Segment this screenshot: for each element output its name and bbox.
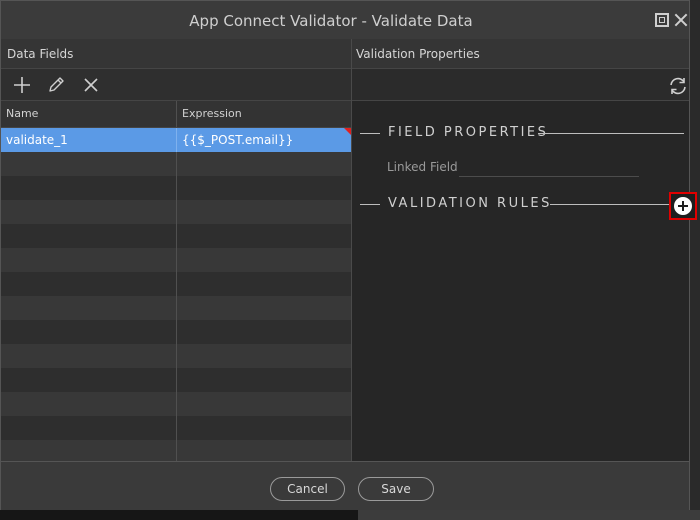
table-row[interactable]: validate_1 {{$_POST.email}} bbox=[1, 128, 351, 152]
properties-toolbar bbox=[352, 69, 689, 101]
table-row-empty bbox=[1, 152, 351, 176]
table-row-empty bbox=[1, 416, 351, 440]
dialog-footer: Cancel Save bbox=[1, 461, 689, 510]
table-row-empty bbox=[1, 248, 351, 272]
validator-dialog: App Connect Validator - Validate Data Da… bbox=[0, 0, 697, 510]
background-window-edge bbox=[690, 0, 700, 520]
data-fields-table: validate_1 {{$_POST.email}} bbox=[1, 128, 351, 461]
table-row-empty bbox=[1, 320, 351, 344]
column-header-name[interactable]: Name bbox=[1, 101, 177, 127]
validation-properties-header: Validation Properties bbox=[352, 39, 689, 69]
table-row-empty bbox=[1, 440, 351, 461]
table-row-empty bbox=[1, 296, 351, 320]
table-row-empty bbox=[1, 368, 351, 392]
field-properties-title: FIELD PROPERTIES bbox=[388, 125, 549, 140]
table-row-empty bbox=[1, 392, 351, 416]
column-headers: Name Expression bbox=[1, 101, 351, 128]
maximize-icon[interactable] bbox=[655, 13, 669, 27]
validation-rules-title: VALIDATION RULES bbox=[388, 196, 552, 211]
data-fields-pane: Data Fields Name Expression validate_1 {… bbox=[1, 39, 352, 461]
data-fields-header: Data Fields bbox=[1, 39, 351, 69]
table-row-empty bbox=[1, 176, 351, 200]
close-icon[interactable] bbox=[673, 12, 689, 28]
cell-name[interactable]: validate_1 bbox=[1, 128, 177, 152]
data-fields-toolbar bbox=[1, 69, 351, 101]
save-button[interactable]: Save bbox=[358, 477, 434, 501]
dialog-title: App Connect Validator - Validate Data bbox=[189, 12, 473, 30]
table-row-empty bbox=[1, 344, 351, 368]
column-header-expression[interactable]: Expression bbox=[177, 101, 351, 127]
refresh-icon[interactable] bbox=[667, 75, 689, 97]
validation-properties-pane: Validation Properties FIELD PROPERTIES L… bbox=[352, 39, 697, 461]
add-rule-button[interactable] bbox=[669, 192, 697, 220]
field-properties-section: FIELD PROPERTIES bbox=[352, 123, 689, 143]
linked-field-row: Linked Field bbox=[387, 157, 642, 177]
plus-icon[interactable] bbox=[12, 75, 32, 95]
linked-field-label: Linked Field bbox=[387, 160, 458, 174]
table-row-empty bbox=[1, 272, 351, 296]
background-panel bbox=[358, 510, 700, 520]
linked-field-input[interactable] bbox=[459, 157, 639, 177]
title-bar[interactable]: App Connect Validator - Validate Data bbox=[1, 1, 689, 40]
validation-rules-section: VALIDATION RULES bbox=[352, 194, 689, 214]
plus-circle-icon bbox=[674, 197, 692, 215]
pencil-icon[interactable] bbox=[46, 75, 66, 95]
x-icon[interactable] bbox=[81, 75, 101, 95]
table-row-empty bbox=[1, 200, 351, 224]
table-row-empty bbox=[1, 224, 351, 248]
cell-expression[interactable]: {{$_POST.email}} bbox=[177, 128, 351, 152]
modified-flag-icon bbox=[344, 128, 351, 135]
cancel-button[interactable]: Cancel bbox=[270, 477, 345, 501]
